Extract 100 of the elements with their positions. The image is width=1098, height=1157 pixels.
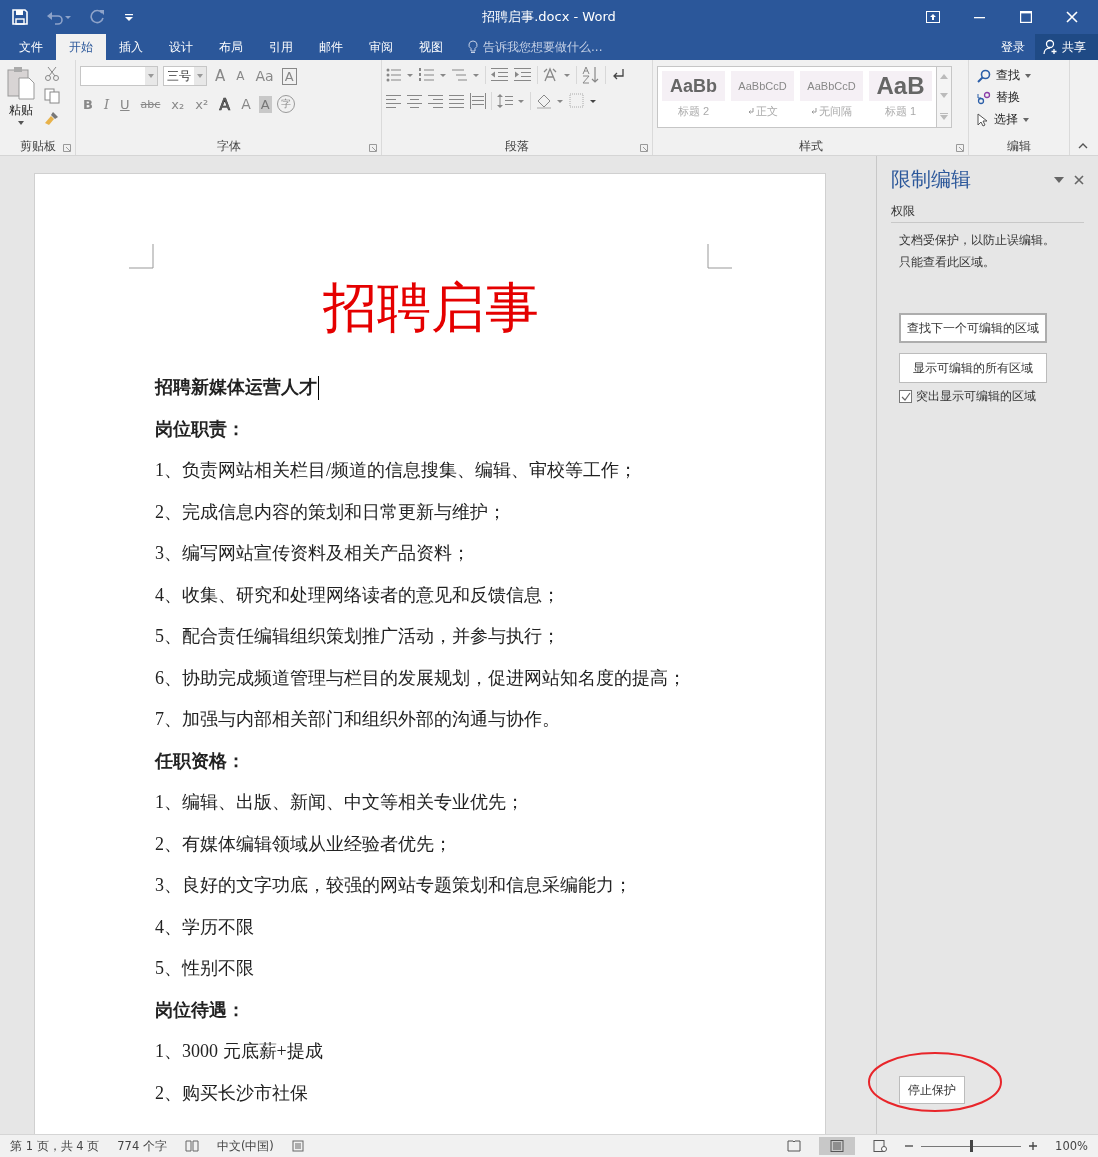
ribbon-display-icon[interactable] <box>926 11 940 23</box>
pane-message: 只能查看此区域。 <box>899 254 996 271</box>
more-icon[interactable] <box>940 112 948 120</box>
section-heading: 权限 <box>891 203 1084 223</box>
distributed-icon[interactable] <box>470 93 486 109</box>
read-mode-icon[interactable] <box>787 1140 802 1152</box>
increase-indent-icon[interactable] <box>514 67 532 83</box>
zoom-in-icon[interactable] <box>1029 1142 1038 1150</box>
group-label: 字体 <box>216 137 241 155</box>
document-text: 1、3000 元底薪+提成 <box>155 1040 323 1063</box>
document-text: 1、编辑、出版、新闻、中文等相关专业优先； <box>155 791 524 814</box>
ribbon-tab[interactable]: 邮件 <box>306 34 356 60</box>
text-direction-icon[interactable] <box>543 67 571 83</box>
group-label: 剪贴板 <box>19 137 56 155</box>
checkbox[interactable] <box>899 390 912 403</box>
stop-protection-button[interactable]: 停止保护 <box>899 1076 965 1104</box>
borders-icon[interactable] <box>569 93 597 109</box>
pane-options-icon[interactable] <box>1054 176 1064 183</box>
document-text: 3、编写网站宣传资料及相关产品资料； <box>155 542 470 565</box>
document-text: 4、学历不限 <box>155 915 254 939</box>
sign-in-link[interactable]: 登录 <box>991 34 1035 60</box>
person-add-icon <box>1043 39 1059 55</box>
search-icon <box>977 68 991 83</box>
editing-button[interactable]: 替换 <box>973 88 1024 107</box>
group-label: 编辑 <box>1007 137 1031 155</box>
scroll-up-icon[interactable] <box>940 74 948 80</box>
save-icon[interactable] <box>12 9 28 25</box>
scissors-icon[interactable] <box>44 66 60 82</box>
caret-icon <box>18 121 24 125</box>
dropdown-arrow-icon[interactable] <box>197 74 203 78</box>
dialog-launcher-icon[interactable] <box>63 144 71 152</box>
language-status[interactable]: 中文(中国) <box>216 1138 274 1154</box>
sort-icon[interactable] <box>582 66 600 84</box>
font-name-field[interactable] <box>80 66 158 86</box>
paint-bucket-icon[interactable] <box>536 93 564 109</box>
zoom-level[interactable]: 100% <box>1055 1139 1088 1153</box>
ribbon-tab[interactable]: 插入 <box>106 34 156 60</box>
pane-button[interactable]: 显示可编辑的所有区域 <box>899 353 1047 383</box>
cursor-icon <box>977 112 989 127</box>
undo-icon[interactable] <box>46 9 72 25</box>
align-center-icon[interactable] <box>407 94 423 108</box>
editing-button[interactable]: 查找 <box>973 66 1035 85</box>
web-layout-icon[interactable] <box>873 1140 888 1152</box>
ribbon-tab[interactable]: 审阅 <box>356 34 406 60</box>
dropdown-arrow-icon[interactable] <box>148 74 154 78</box>
replace-icon <box>977 90 991 105</box>
proofing-icon[interactable] <box>184 1140 199 1152</box>
maximize-icon[interactable] <box>1020 11 1032 23</box>
ribbon-tab[interactable]: 引用 <box>256 34 306 60</box>
document-text: 5、配合责任编辑组织策划推广活动，并参与执行； <box>155 625 560 648</box>
share-button[interactable]: 共享 <box>1035 34 1098 60</box>
page-count[interactable]: 第 1 页，共 4 页 <box>10 1138 100 1154</box>
ribbon-tab[interactable]: 文件 <box>6 34 56 60</box>
format-painter-icon[interactable] <box>44 110 60 126</box>
group-label: 样式 <box>798 137 823 155</box>
ribbon-tab[interactable]: 布局 <box>206 34 256 60</box>
page-icon <box>830 1140 845 1152</box>
dialog-launcher-icon[interactable] <box>640 144 648 152</box>
multilevel-list-icon[interactable] <box>452 67 480 83</box>
font-format-button[interactable]: A <box>216 94 234 114</box>
document-text: 岗位待遇： <box>155 998 245 1022</box>
pane-message: 文档受保护，以防止误编辑。 <box>899 232 1056 249</box>
bullet-list-icon[interactable] <box>386 67 414 83</box>
ribbon-tab[interactable]: 视图 <box>406 34 456 60</box>
document-text: 7、加强与内部相关部门和组织外部的沟通与协作。 <box>155 708 560 731</box>
customize-dropdown-icon[interactable] <box>124 12 134 22</box>
dialog-launcher-icon[interactable] <box>956 144 964 152</box>
pane-button[interactable]: 查找下一个可编辑的区域 <box>899 313 1047 343</box>
line-spacing-icon[interactable] <box>497 93 525 109</box>
document-text: 2、完成信息内容的策划和日常更新与维护； <box>155 500 506 524</box>
dialog-launcher-icon[interactable] <box>369 144 377 152</box>
document-text: 1、负责网站相关栏目/频道的信息搜集、编辑、审校等工作； <box>155 459 637 482</box>
zoom-out-icon[interactable] <box>905 1142 914 1150</box>
redo-icon[interactable] <box>90 9 106 25</box>
ribbon-tab[interactable]: 开始 <box>56 34 106 60</box>
word-count[interactable]: 774 个字 <box>117 1138 167 1154</box>
ribbon-tab[interactable]: 设计 <box>156 34 206 60</box>
gallery-scrollbar[interactable] <box>937 66 952 128</box>
scroll-down-icon[interactable] <box>940 93 948 99</box>
paste-button[interactable]: 粘贴 <box>4 66 38 137</box>
align-left-icon[interactable] <box>386 94 402 108</box>
macro-icon[interactable] <box>291 1140 304 1152</box>
numbered-list-icon[interactable] <box>419 67 447 83</box>
clipboard-icon <box>6 66 36 100</box>
return-mark-icon <box>747 108 754 115</box>
justify-icon[interactable] <box>449 94 465 108</box>
collapse-ribbon-icon[interactable] <box>1078 143 1088 149</box>
document-text: 5、性别不限 <box>155 957 254 980</box>
margin-corner-mark <box>707 244 732 269</box>
align-right-icon[interactable] <box>428 94 444 108</box>
tell-me-field[interactable]: 告诉我您想要做什么... <box>468 34 603 60</box>
editing-button[interactable]: 选择 <box>973 110 1033 129</box>
font-size-field[interactable]: 三号 <box>163 66 207 86</box>
caret-icon <box>1023 117 1029 122</box>
text-cursor <box>318 375 319 400</box>
document-text: 招聘新媒体运营人才 <box>155 376 317 399</box>
copy-icon[interactable] <box>44 88 60 104</box>
decrease-indent-icon[interactable] <box>491 67 509 83</box>
close-icon[interactable] <box>1074 174 1084 185</box>
print-layout-button[interactable] <box>819 1137 856 1155</box>
